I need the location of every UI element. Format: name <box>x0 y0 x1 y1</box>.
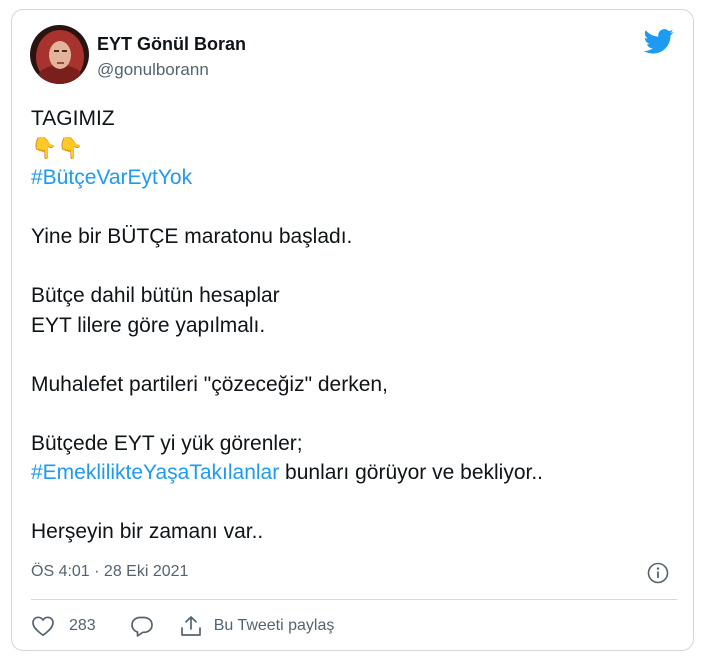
tweet-line: Bütçe dahil bütün hesaplar <box>31 284 280 307</box>
reply-button[interactable] <box>130 615 154 637</box>
info-icon[interactable] <box>647 562 669 584</box>
tweet-line-rest: bunları görüyor ve bekliyor.. <box>279 461 544 484</box>
tweet-actions: 283 Bu Tweeti paylaş <box>31 611 334 641</box>
author-name[interactable]: EYT Gönül Boran <box>97 34 246 55</box>
tweet-line: Bütçede EYT yi yük görenler; <box>31 431 303 455</box>
tweet-line: Muhalefet partileri "çözeceğiz" derken, <box>31 372 388 396</box>
tweet-line: EYT lilere göre yapılmalı. <box>31 313 266 337</box>
heart-icon <box>31 615 55 637</box>
share-button[interactable]: Bu Tweeti paylaş <box>179 615 335 637</box>
share-label: Bu Tweeti paylaş <box>213 617 335 634</box>
tweet-text: TAGIMIZ 👇👇 #BütçeVarEytYok Yine bir BÜTÇ… <box>31 104 671 547</box>
tweet-line-with-hashtag: #EmeklilikteYaşaTakılanlar bunları görüy… <box>31 458 671 488</box>
avatar[interactable] <box>30 25 89 84</box>
divider <box>31 599 677 600</box>
hashtag-link[interactable]: #BütçeVarEytYok <box>31 163 671 193</box>
pointing-down-emoji: 👇👇 <box>31 136 84 160</box>
like-count: 283 <box>69 617 96 634</box>
share-icon <box>179 615 203 637</box>
author-handle[interactable]: @gonulborann <box>97 60 209 80</box>
tweet-timestamp[interactable]: ÖS 4:01 · 28 Eki 2021 <box>31 563 188 581</box>
reply-icon <box>130 615 154 637</box>
tweet-line: Yine bir BÜTÇE maratonu başladı. <box>31 225 353 248</box>
twitter-bird-icon[interactable] <box>643 29 674 54</box>
tweet-line: Herşeyin bir zamanı var.. <box>31 520 264 543</box>
like-button[interactable]: 283 <box>31 615 96 637</box>
hashtag-link[interactable]: #EmeklilikteYaşaTakılanlar <box>31 461 279 484</box>
tweet-line: TAGIMIZ <box>31 107 115 130</box>
